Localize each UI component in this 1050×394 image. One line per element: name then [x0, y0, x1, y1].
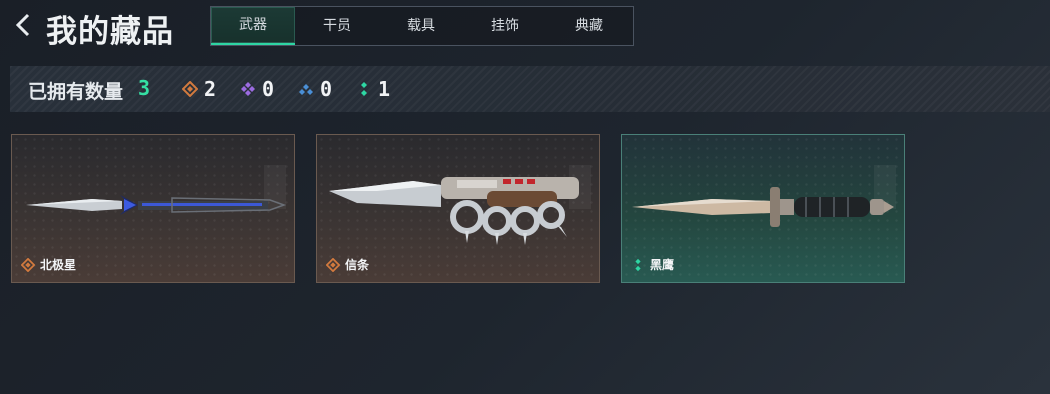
tab-weapons[interactable]: 武器 — [211, 7, 295, 45]
item-card-beijixing[interactable]: 北极星 — [11, 134, 295, 283]
chevron-left-icon — [15, 13, 30, 37]
orange-diamond-icon — [21, 257, 35, 272]
back-button[interactable] — [12, 10, 36, 40]
purple-diamond-cluster-icon — [241, 82, 255, 96]
tab-collection[interactable]: 典藏 — [547, 7, 631, 45]
knife-image-black-hawk — [632, 187, 894, 227]
item-name-row: 黑鹰 — [631, 256, 674, 273]
item-name: 黑鹰 — [650, 258, 675, 272]
header: 我的藏品 武器 干员 载具 挂饰 典藏 — [0, 0, 1050, 56]
green-dots-icon — [361, 82, 367, 96]
item-name: 信条 — [345, 258, 370, 272]
owned-count: 3 — [138, 76, 151, 100]
item-card-xintiao[interactable]: 信条 — [316, 134, 600, 283]
tab-vehicles[interactable]: 载具 — [379, 7, 463, 45]
owned-label: 已拥有数量 — [28, 81, 124, 103]
rarity-count-blue: 0 — [298, 77, 333, 101]
rarity-count-orange: 2 — [182, 77, 217, 101]
item-card-heiying[interactable]: 黑鹰 — [621, 134, 905, 283]
item-name-row: 北极星 — [21, 256, 76, 273]
blue-diamond-pair-icon — [299, 84, 313, 95]
knife-image-creed — [329, 177, 579, 245]
category-tabs: 武器 干员 载具 挂饰 典藏 — [210, 6, 634, 46]
item-name: 北极星 — [40, 258, 77, 272]
rarity-count-green: 1 — [356, 77, 391, 101]
collection-page: 我的藏品 武器 干员 载具 挂饰 典藏 已拥有数量 3 2 0 0 1 北极星 … — [0, 0, 1050, 394]
rarity-count-purple: 0 — [240, 77, 275, 101]
rarity-purple-count: 0 — [262, 77, 275, 101]
knife-image-polaris — [26, 195, 287, 215]
rarity-orange-count: 2 — [204, 77, 217, 101]
orange-diamond-icon — [182, 81, 198, 97]
tab-charms[interactable]: 挂饰 — [463, 7, 547, 45]
tab-operators[interactable]: 干员 — [295, 7, 379, 45]
page-title: 我的藏品 — [46, 14, 174, 50]
rarity-blue-count: 0 — [320, 77, 333, 101]
orange-diamond-icon — [326, 257, 340, 272]
rarity-green-count: 1 — [378, 77, 391, 101]
owned-stats-bar: 已拥有数量 3 2 0 0 1 — [10, 66, 1050, 112]
green-dots-icon — [635, 258, 641, 271]
item-name-row: 信条 — [326, 256, 369, 273]
